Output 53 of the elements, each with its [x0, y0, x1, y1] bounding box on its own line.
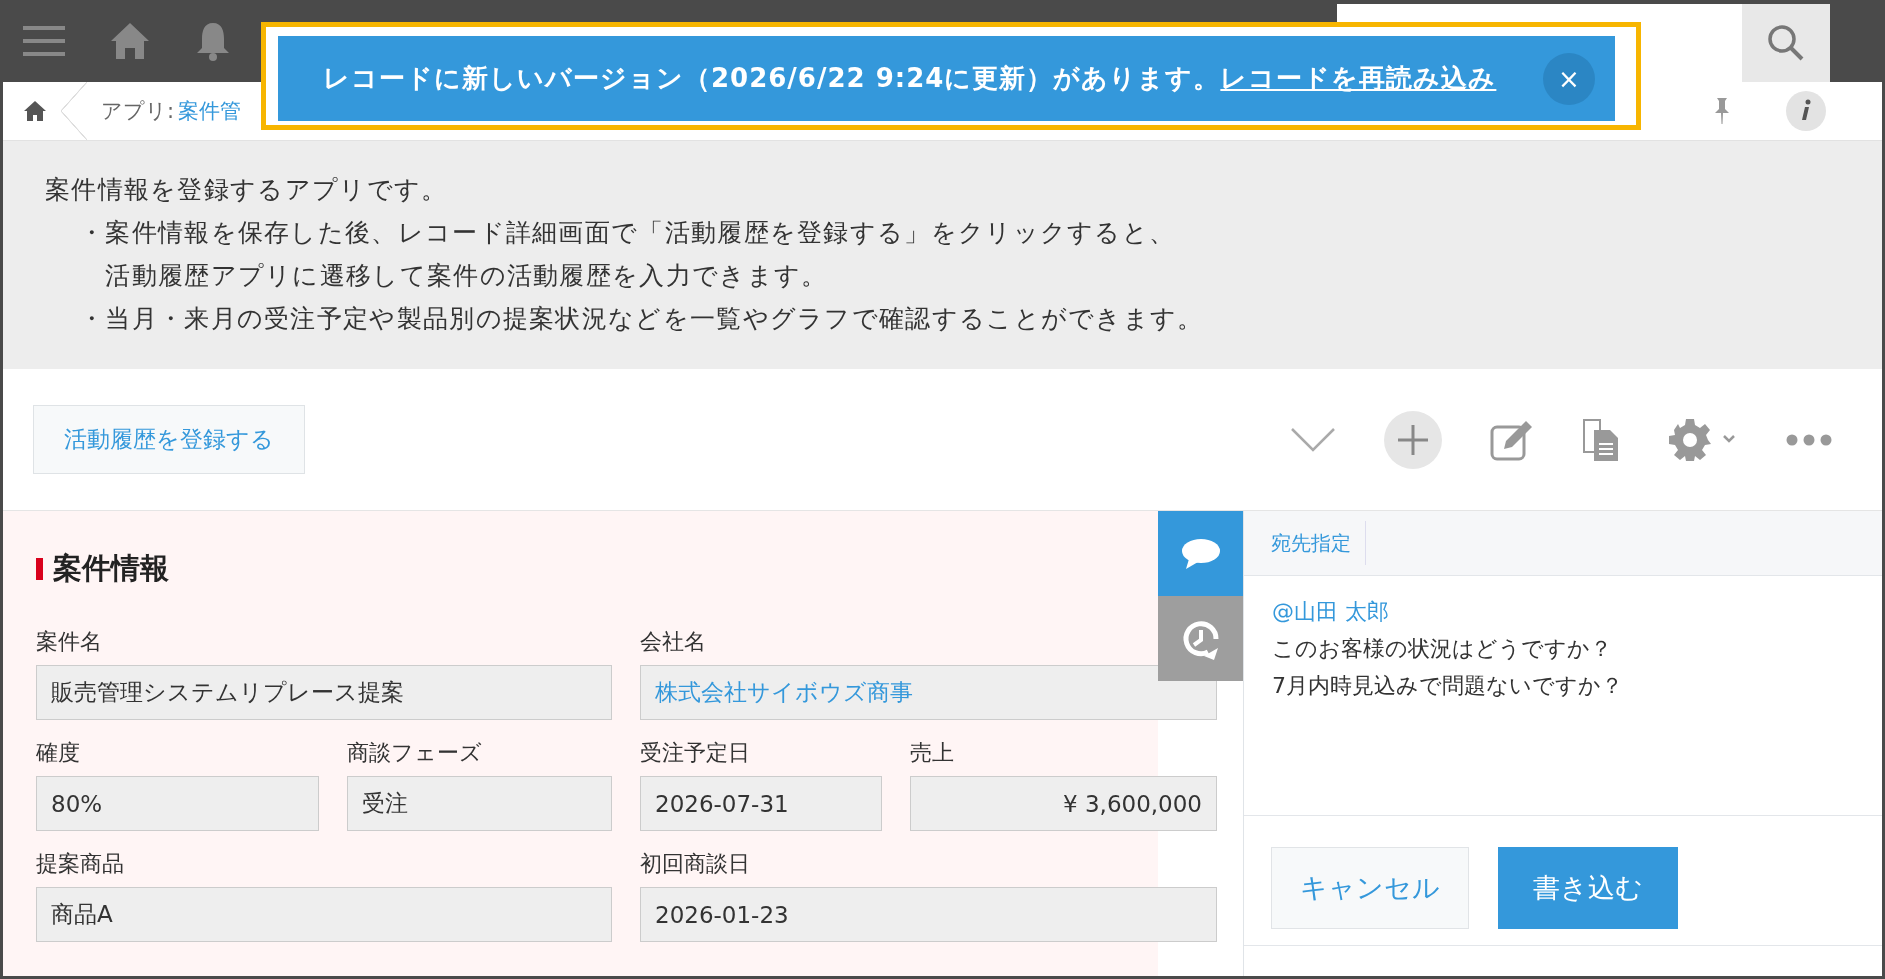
more-icon[interactable]	[1786, 433, 1832, 446]
comment-text: このお客様の状況はどうですか？	[1272, 635, 1612, 663]
chevron-down-icon[interactable]	[1290, 426, 1336, 453]
home-icon[interactable]	[23, 100, 47, 122]
section-marker-icon	[36, 558, 43, 580]
mention-tab[interactable]: 宛先指定	[1271, 521, 1366, 565]
field-label: 確度	[36, 740, 80, 766]
bell-icon[interactable]	[195, 21, 231, 61]
notice-text: レコードに新しいバージョン（2026/6/22 9:24に更新）があります。	[323, 62, 1221, 95]
register-activity-button[interactable]: 活動履歴を登録する	[33, 405, 305, 474]
field-label: 受注予定日	[640, 740, 750, 766]
add-icon[interactable]	[1384, 410, 1442, 469]
field-label: 初回商談日	[640, 851, 750, 877]
breadcrumb-label: アプリ:	[101, 98, 175, 125]
search-button[interactable]	[1742, 4, 1830, 82]
submit-button[interactable]: 書き込む	[1498, 847, 1678, 929]
cancel-button[interactable]: キャンセル	[1271, 847, 1469, 929]
field-label: 売上	[910, 740, 954, 766]
field-value: 80%	[36, 776, 319, 831]
company-link[interactable]: 株式会社サイボウズ商事	[655, 677, 913, 708]
close-button[interactable]: ×	[1543, 52, 1595, 105]
description-text: 活動履歴アプリに遷移して案件の活動履歴を入力できます。	[105, 260, 829, 291]
copy-document-icon[interactable]	[1582, 417, 1620, 462]
field-value: 2026-07-31	[640, 776, 882, 831]
comments-tab[interactable]	[1158, 511, 1243, 596]
bullet-mark: ・	[79, 303, 106, 335]
menu-icon[interactable]	[23, 24, 65, 58]
settings-icon[interactable]	[1668, 417, 1738, 462]
edit-icon[interactable]	[1490, 418, 1534, 461]
mention-link[interactable]: @山田 太郎	[1272, 594, 1389, 630]
section-title: 案件情報	[53, 550, 169, 587]
breadcrumb-link[interactable]: 案件管	[178, 97, 242, 125]
search-icon	[1767, 24, 1805, 62]
reload-link[interactable]: レコードを再読み込み	[1220, 61, 1497, 96]
field-label: 会社名	[640, 629, 706, 655]
pin-icon[interactable]	[1714, 97, 1730, 125]
field-value: 受注	[347, 776, 612, 831]
field-value: 販売管理システムリプレース提案	[36, 665, 612, 720]
field-label: 提案商品	[36, 851, 124, 877]
comment-field[interactable]: @山田 太郎 このお客様の状況はどうですか？ 7月内時見込みで問題ないですか？	[1244, 576, 1882, 816]
description-text: 案件情報を保存した後、レコード詳細画面で「活動履歴を登録する」をクリックすると、	[105, 217, 1176, 248]
bullet-mark: ・	[79, 217, 106, 249]
comment-text: 7月内時見込みで問題ないですか？	[1272, 672, 1623, 700]
description-text: 当月・来月の受注予定や製品別の提案状況などを一覧やグラフで確認することができます。	[105, 303, 1204, 334]
field-value: 商品A	[36, 887, 612, 942]
speech-bubble-icon	[1180, 537, 1221, 570]
field-label: 案件名	[36, 629, 102, 655]
history-tab[interactable]	[1158, 596, 1243, 681]
info-icon[interactable]	[1786, 91, 1826, 131]
field-value: 2026-01-23	[640, 887, 1217, 942]
field-value: ¥ 3,600,000	[910, 776, 1217, 831]
description-text: 案件情報を登録するアプリです。	[45, 174, 449, 205]
field-label: 商談フェーズ	[347, 740, 482, 766]
